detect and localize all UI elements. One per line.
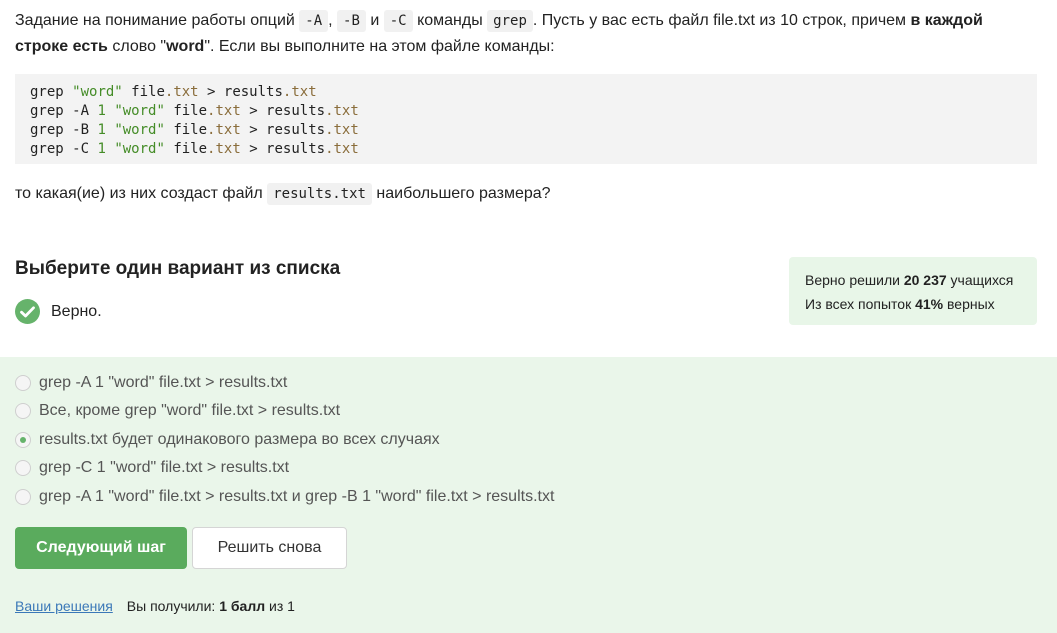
radio-button[interactable] <box>15 375 31 391</box>
code-token: 1 <box>97 141 106 157</box>
question-text-part: Задание на понимание работы опций <box>15 12 295 29</box>
radio-button[interactable] <box>15 489 31 505</box>
option-label: grep -A 1 "word" file.txt > results.txt … <box>39 488 555 505</box>
option-code-b: -B <box>337 10 366 32</box>
stats-solved: Верно решили 20 237 учащихся <box>805 268 1021 292</box>
code-token: "word" <box>114 122 165 138</box>
results-code: results.txt <box>267 183 372 205</box>
option-label: grep -A 1 "word" file.txt > results.txt <box>39 374 288 391</box>
comma: , <box>328 12 333 29</box>
code-token: "word" <box>114 103 165 119</box>
code-token: .txt <box>325 103 359 119</box>
check-icon <box>15 299 40 324</box>
option-code-a: -A <box>299 10 329 32</box>
question-followup: то какая(ие) из них создаст файл results… <box>15 180 551 208</box>
answer-option[interactable]: grep -C 1 "word" file.txt > results.txt <box>15 459 289 477</box>
option-label: results.txt будет одинакового размера во… <box>39 431 440 448</box>
answer-option[interactable]: grep -A 1 "word" file.txt > results.txt <box>15 374 287 392</box>
footer: Ваши решения Вы получили: 1 балл из 1 <box>15 598 295 614</box>
retry-button[interactable]: Решить снова <box>192 527 347 569</box>
verdict: Верно. <box>15 299 102 324</box>
stats-text: учащихся <box>950 272 1014 288</box>
question-text-part: ". Если вы выполните на этом файле коман… <box>204 38 555 55</box>
question-text-part: наибольшего размера? <box>376 185 551 202</box>
code-line: grep "word" file.txt > results.txt <box>30 84 317 100</box>
score-label: Вы получили: <box>126 598 216 614</box>
code-token: 1 <box>97 103 106 119</box>
question-text: Задание на понимание работы опций -A, -B… <box>15 8 1040 60</box>
code-token: .txt <box>207 141 241 157</box>
stats-value: 41% <box>915 296 944 312</box>
section-title: Выберите один вариант из списка <box>15 258 341 279</box>
answer-option[interactable]: grep -A 1 "word" file.txt > results.txt … <box>15 488 554 506</box>
your-solutions-link[interactable]: Ваши решения <box>15 598 113 614</box>
code-line: grep -B 1 "word" file.txt > results.txt <box>30 122 359 138</box>
score-text: Вы получили: 1 балл из 1 <box>127 598 295 614</box>
code-line: grep -C 1 "word" file.txt > results.txt <box>30 141 359 157</box>
score-total: из 1 <box>269 598 295 614</box>
verdict-text: Верно. <box>51 302 102 320</box>
code-block: grep "word" file.txt > results.txt grep -… <box>15 74 1037 164</box>
stats-text: верных <box>947 296 995 312</box>
option-label: Все, кроме grep "word" file.txt > result… <box>39 402 341 419</box>
radio-selected-dot <box>20 437 26 443</box>
radio-button[interactable] <box>15 403 31 419</box>
question-text-part: . Пусть у вас есть файл file.txt из 10 с… <box>532 12 907 29</box>
code-token: .txt <box>325 141 359 157</box>
option-code-c: -C <box>383 10 413 32</box>
radio-button[interactable] <box>15 432 31 448</box>
option-label: grep -C 1 "word" file.txt > results.txt <box>39 459 290 476</box>
answer-option[interactable]: Все, кроме grep "word" file.txt > result… <box>15 402 340 420</box>
stats-text: Верно решили <box>805 272 900 288</box>
next-step-button[interactable]: Следующий шаг <box>15 527 187 569</box>
score-value: 1 балл <box>219 598 266 614</box>
stats-attempts: Из всех попыток 41% верных <box>805 292 1021 316</box>
code-token: .txt <box>282 84 317 100</box>
stats-panel: Верно решили 20 237 учащихся Из всех поп… <box>789 257 1037 325</box>
stats-text: Из всех попыток <box>805 296 912 312</box>
radio-button[interactable] <box>15 460 31 476</box>
question-text-part: слово " <box>112 38 167 55</box>
code-token: .txt <box>207 103 241 119</box>
bold-word: word <box>166 38 205 55</box>
code-token: "word" <box>72 84 123 100</box>
conjunction: и <box>370 12 380 29</box>
code-token: .txt <box>207 122 241 138</box>
question-text-part: то какая(ие) из них создаст файл <box>15 185 263 202</box>
code-token: 1 <box>97 122 106 138</box>
stats-value: 20 237 <box>903 272 947 288</box>
code-token: .txt <box>325 122 359 138</box>
code-token: "word" <box>114 141 165 157</box>
answer-option[interactable]: results.txt будет одинакового размера во… <box>15 431 440 449</box>
code-token: .txt <box>164 84 199 100</box>
grep-code: grep <box>487 10 533 32</box>
code-line: grep -A 1 "word" file.txt > results.txt <box>30 103 359 119</box>
question-text-part: команды <box>417 12 483 29</box>
